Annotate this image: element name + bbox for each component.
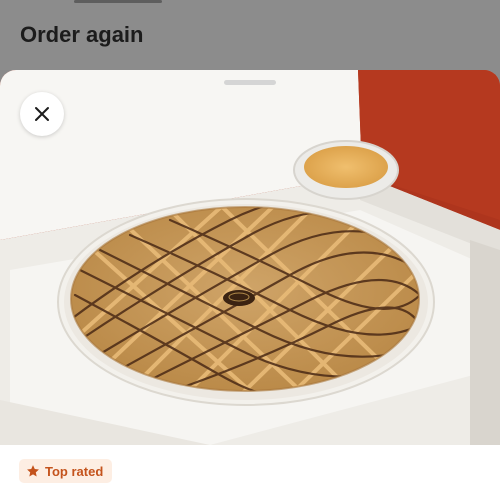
status-bar-indicator	[74, 0, 162, 3]
badge-label: Top rated	[45, 463, 104, 479]
top-rated-badge: Top rated	[19, 459, 113, 483]
bottom-sheet: Top rated	[0, 70, 500, 495]
close-button[interactable]	[20, 92, 64, 136]
star-icon	[27, 465, 39, 477]
close-icon	[35, 107, 49, 121]
drag-handle[interactable]	[224, 80, 276, 85]
page-title: Order again	[20, 22, 144, 47]
product-image	[0, 70, 500, 445]
backdrop-header: Order again	[0, 0, 500, 70]
